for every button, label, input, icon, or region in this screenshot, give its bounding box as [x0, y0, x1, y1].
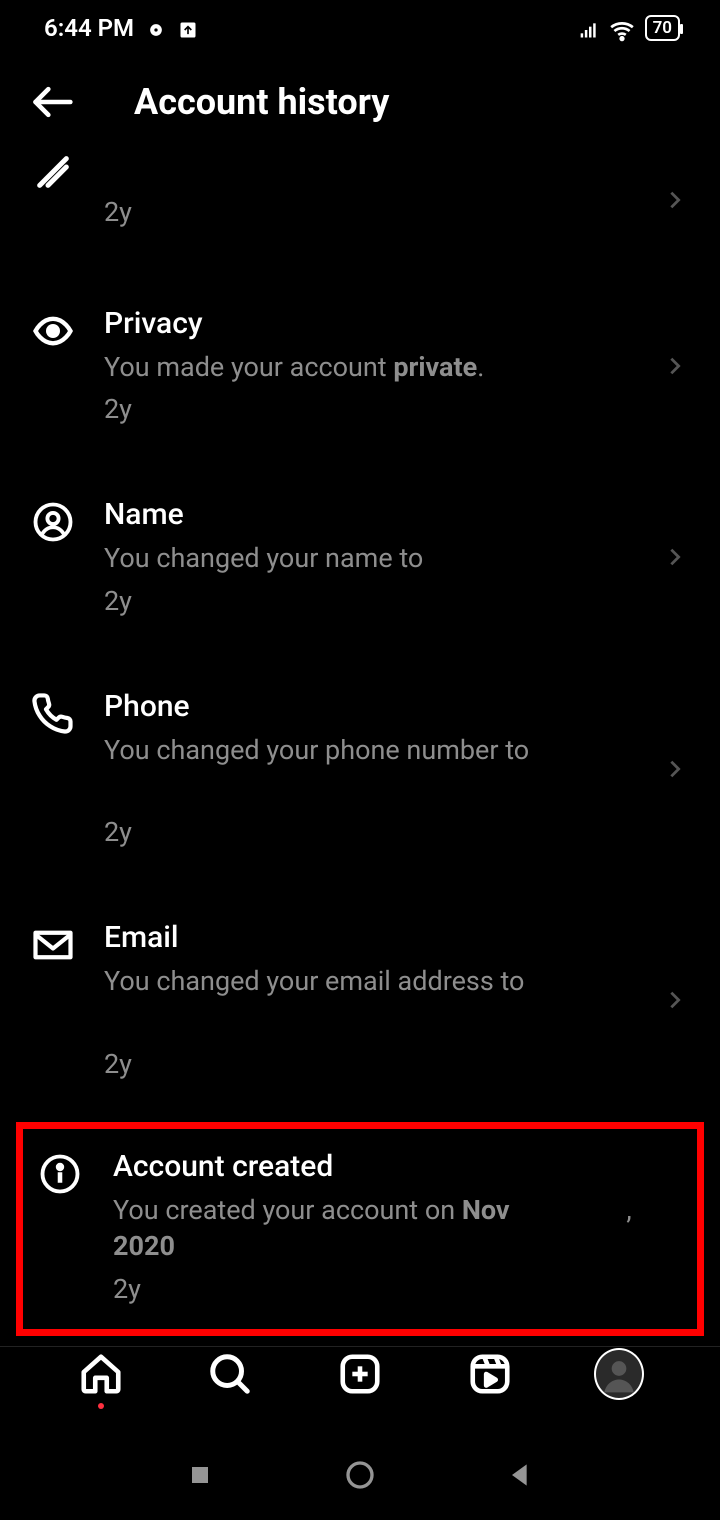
- upload-icon: [178, 18, 198, 38]
- row-time: 2y: [104, 393, 640, 425]
- nav-profile[interactable]: [594, 1349, 644, 1399]
- row-desc: You made your account private.: [104, 349, 640, 385]
- chevron-right-icon: [664, 758, 686, 780]
- row-desc: You created your account on Nov ember xx…: [113, 1192, 633, 1265]
- row-time: 2y: [104, 1048, 640, 1080]
- row-time: 2y: [104, 816, 640, 848]
- history-row-phone[interactable]: Phone You changed your phone number to 2…: [0, 665, 720, 872]
- eye-icon: [30, 306, 76, 352]
- battery-indicator: 70: [645, 15, 680, 41]
- row-title: Email: [104, 920, 640, 955]
- battery-level: 70: [653, 18, 672, 38]
- chevron-right-icon: [664, 355, 686, 377]
- highlighted-row: Account created You created your account…: [16, 1122, 704, 1336]
- row-title: Name: [104, 497, 640, 532]
- sys-recent[interactable]: [184, 1459, 216, 1491]
- row-title: Privacy: [104, 306, 640, 341]
- history-row-email[interactable]: Email You changed your email address to …: [0, 896, 720, 1103]
- history-row-name[interactable]: Name You changed your name to 2y: [0, 473, 720, 640]
- wifi-icon: [609, 18, 635, 38]
- status-time: 6:44 PM: [44, 14, 134, 42]
- music-icon: [146, 18, 166, 38]
- status-left: 6:44 PM: [44, 14, 198, 42]
- chevron-right-icon: [664, 989, 686, 1011]
- phone-icon: [30, 689, 76, 735]
- row-time: 2y: [113, 1273, 633, 1305]
- page-header: Account history: [0, 56, 720, 148]
- row-desc: You changed your email address to: [104, 963, 640, 999]
- nav-home[interactable]: [76, 1349, 126, 1399]
- back-button[interactable]: [30, 80, 74, 124]
- chevron-right-icon: [664, 546, 686, 568]
- nav-reels[interactable]: [465, 1349, 515, 1399]
- status-right: 70: [579, 15, 680, 41]
- bottom-nav: [0, 1328, 720, 1420]
- row-time: 2y: [104, 196, 640, 228]
- row-desc: You changed your name to: [104, 540, 640, 576]
- chevron-right-icon: [664, 189, 686, 211]
- history-row-created[interactable]: Account created You created your account…: [23, 1129, 697, 1329]
- history-row-privacy[interactable]: Privacy You made your account private. 2…: [0, 282, 720, 449]
- edit-icon: [30, 148, 76, 192]
- history-row[interactable]: 2y: [0, 148, 720, 252]
- sys-back[interactable]: [504, 1459, 536, 1491]
- avatar: [594, 1348, 644, 1400]
- row-time: 2y: [104, 585, 640, 617]
- status-bar: 6:44 PM 70: [0, 0, 720, 56]
- row-title: Account created: [113, 1149, 633, 1184]
- nav-create[interactable]: [335, 1349, 385, 1399]
- nav-indicator-dot: [98, 1403, 104, 1409]
- nav-search[interactable]: [205, 1349, 255, 1399]
- page-title: Account history: [134, 81, 389, 123]
- history-list: 2y Privacy You made your account private…: [0, 148, 720, 1336]
- row-desc: You changed your phone number to: [104, 732, 640, 768]
- person-icon: [30, 497, 76, 543]
- system-nav: [0, 1430, 720, 1520]
- signal-icon: [579, 18, 599, 38]
- row-title: Phone: [104, 689, 640, 724]
- info-icon: [37, 1149, 83, 1195]
- mail-icon: [30, 920, 76, 966]
- sys-home[interactable]: [344, 1459, 376, 1491]
